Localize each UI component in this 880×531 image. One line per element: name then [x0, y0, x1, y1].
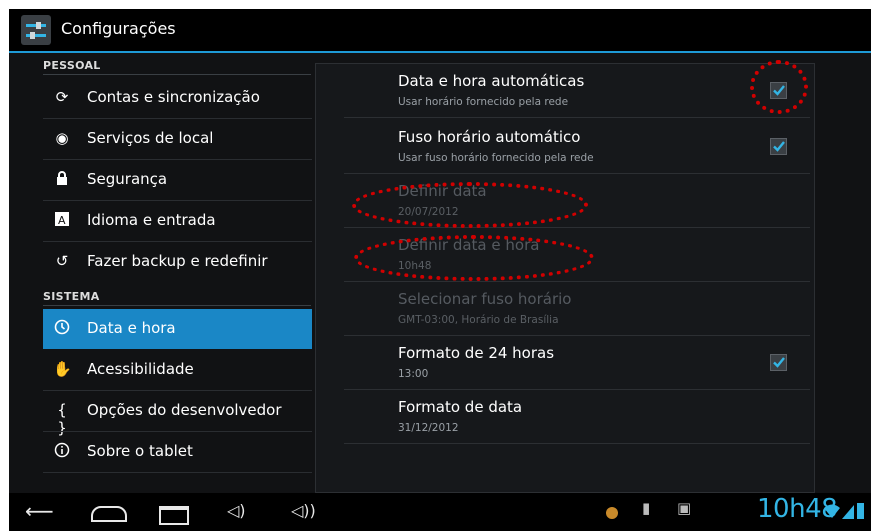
sidebar-item-label: Serviços de local: [87, 129, 214, 147]
section-divider: [43, 305, 311, 306]
pref-date-format[interactable]: Formato de data 31/12/2012: [316, 390, 814, 444]
check-icon: [773, 141, 785, 152]
sidebar-item-label: Segurança: [87, 170, 168, 188]
signal-icon: [842, 504, 854, 523]
annotation-circle-set-time: [354, 235, 594, 281]
sidebar-item-label: Fazer backup e redefinir: [87, 252, 268, 270]
section-header-pessoal: PESSOAL: [43, 59, 101, 72]
pref-divider: [344, 117, 810, 118]
check-icon: [773, 357, 785, 368]
24-hour-format-checkbox[interactable]: [770, 354, 787, 371]
info-icon: [53, 442, 71, 460]
action-bar: Configurações: [9, 9, 871, 53]
auto-timezone-checkbox[interactable]: [770, 138, 787, 155]
sidebar-item-accessibility[interactable]: ✋ Acessibilidade: [43, 350, 312, 390]
page-title: Configurações: [61, 19, 176, 38]
settings-sidebar: PESSOAL ⟳ Contas e sincronização ◉ Servi…: [9, 53, 312, 493]
recent-apps-icon[interactable]: [159, 506, 189, 525]
pref-title: Formato de data: [398, 398, 523, 416]
sidebar-item-label: Sobre o tablet: [87, 442, 193, 460]
sidebar-item-about-tablet[interactable]: Sobre o tablet: [43, 432, 312, 472]
svg-text:A: A: [58, 214, 66, 227]
sidebar-item-developer-options[interactable]: { } Opções do desenvolvedor: [43, 391, 312, 437]
battery-icon: [857, 503, 864, 519]
clock-icon: [53, 319, 71, 337]
backup-icon: ↺: [55, 252, 69, 270]
pref-title: Selecionar fuso horário: [398, 290, 572, 308]
sidebar-item-label: Contas e sincronização: [87, 88, 260, 106]
sidebar-item-label: Data e hora: [87, 319, 176, 337]
sidebar-item-label: Acessibilidade: [87, 360, 194, 378]
tablet-screen: Configurações PESSOAL ⟳ Contas e sincron…: [9, 9, 871, 531]
pref-summary: 31/12/2012: [398, 422, 459, 434]
annotation-circle-checkbox: [750, 60, 808, 114]
annotation-circle-set-date: [352, 182, 588, 228]
sidebar-item-date-time[interactable]: Data e hora: [43, 309, 312, 349]
sidebar-item-location[interactable]: ◉ Serviços de local: [43, 119, 312, 159]
date-time-settings-panel: Data e hora automáticas Usar horário for…: [315, 60, 815, 493]
wifi-icon: [823, 502, 841, 524]
sidebar-item-backup[interactable]: ↺ Fazer backup e redefinir: [43, 242, 312, 282]
pref-auto-date-time[interactable]: Data e hora automáticas Usar horário for…: [316, 64, 814, 118]
pref-24-hour-format[interactable]: Formato de 24 horas 13:00: [316, 336, 814, 390]
pref-title: Data e hora automáticas: [398, 72, 585, 90]
item-divider: [43, 472, 312, 473]
sync-icon: ⟳: [55, 88, 69, 106]
section-header-sistema: SISTEMA: [43, 290, 100, 303]
pref-divider: [344, 443, 810, 444]
shopping-bag-icon[interactable]: ▣: [677, 499, 691, 517]
language-icon: A: [53, 211, 71, 229]
sidebar-item-language[interactable]: A Idioma e entrada: [43, 201, 312, 241]
sidebar-item-label: Idioma e entrada: [87, 211, 216, 229]
volume-down-icon[interactable]: ◁): [227, 501, 246, 521]
hand-icon: ✋: [53, 360, 72, 378]
section-divider: [43, 74, 311, 75]
system-navigation-bar: ⟵ ◁) ◁)) ▮ ▣ 10h48: [9, 493, 871, 531]
location-icon: ◉: [55, 129, 69, 147]
sidebar-item-security[interactable]: Segurança: [43, 160, 312, 200]
pref-select-timezone: Selecionar fuso horário GMT-03:00, Horár…: [316, 282, 814, 336]
settings-app-icon[interactable]: [21, 15, 51, 45]
notification-app-icon[interactable]: [606, 507, 618, 519]
lock-icon: [53, 170, 71, 188]
pref-summary: GMT-03:00, Horário de Brasília: [398, 314, 559, 326]
pref-summary: Usar fuso horário fornecido pela rede: [398, 152, 594, 164]
pref-title: Fuso horário automático: [398, 128, 581, 146]
volume-up-icon[interactable]: ◁)): [291, 501, 316, 521]
sidebar-item-accounts-sync[interactable]: ⟳ Contas e sincronização: [43, 78, 312, 118]
braces-icon: { }: [57, 401, 67, 437]
pref-summary: 13:00: [398, 368, 429, 380]
home-icon[interactable]: [91, 506, 127, 522]
back-icon[interactable]: ⟵: [25, 501, 54, 521]
pref-title: Formato de 24 horas: [398, 344, 555, 362]
sd-card-icon[interactable]: ▮: [642, 499, 650, 517]
pref-summary: Usar horário fornecido pela rede: [398, 96, 569, 108]
sidebar-item-label: Opções do desenvolvedor: [87, 401, 282, 419]
pref-auto-timezone[interactable]: Fuso horário automático Usar fuso horári…: [316, 120, 814, 174]
